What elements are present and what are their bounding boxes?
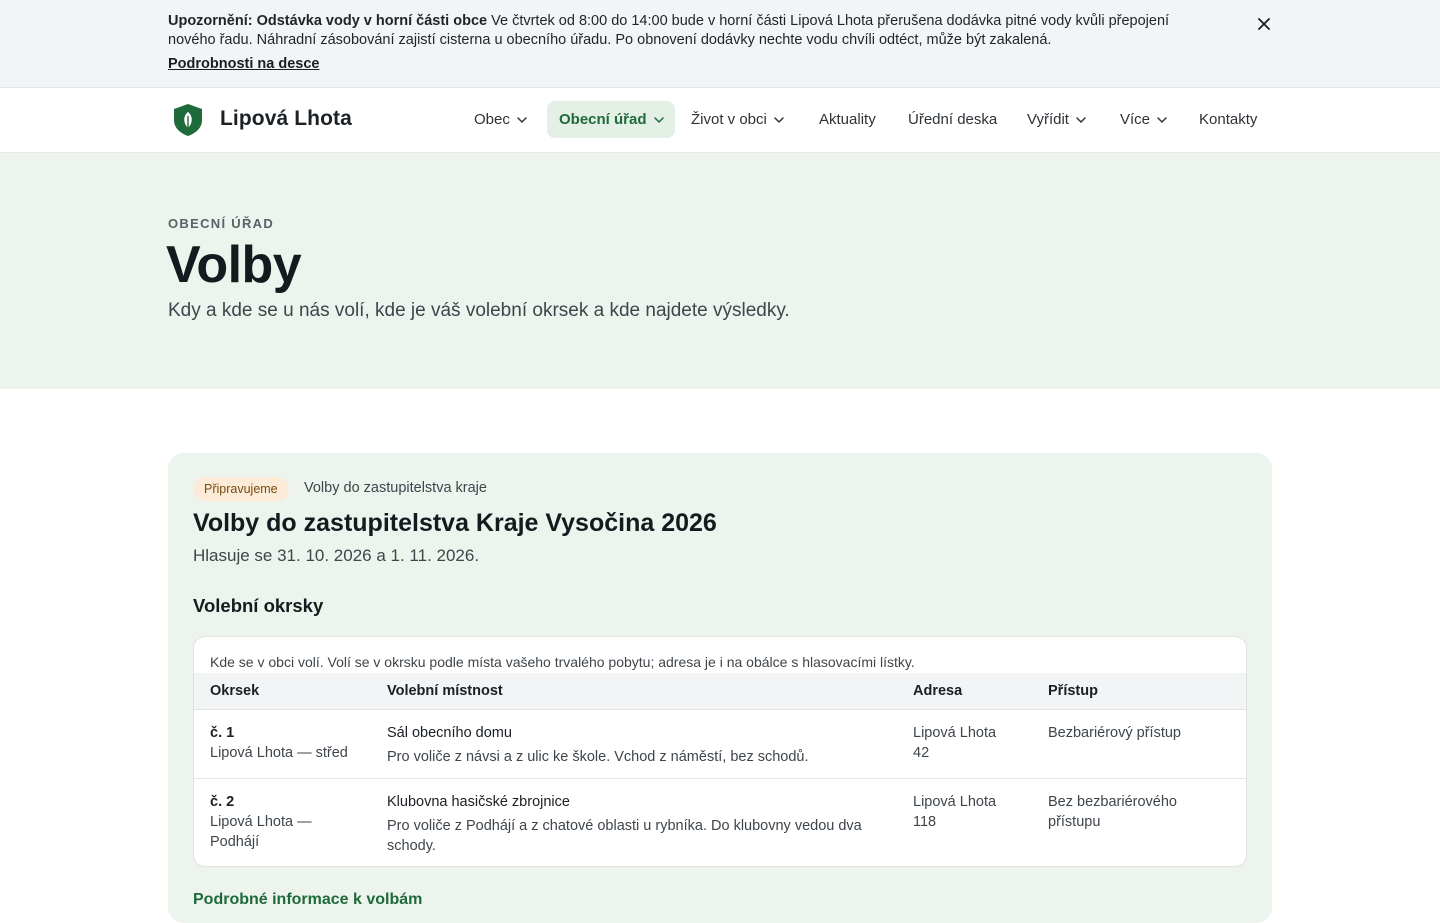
- nav-item-obec[interactable]: Obec: [462, 101, 543, 138]
- address-cell: Lipová Lhota 42: [913, 725, 997, 761]
- site-header: Lipová Lhota Obec Obecní úřad Život v ob…: [0, 88, 1440, 153]
- nav-item-zivot-v-obci[interactable]: Život v obci: [679, 101, 801, 138]
- table-row: č. 1 Lipová Lhota — střed Sál obecního d…: [194, 710, 1246, 779]
- page-hero: OBECNÍ ÚŘAD Volby Kdy a kde se u nás vol…: [0, 153, 1440, 389]
- nav-item-label: Život v obci: [691, 111, 767, 128]
- column-header: Okrsek: [210, 683, 260, 699]
- nav-item-label: Úřední deska: [908, 111, 998, 128]
- district-name: Lipová Lhota — střed: [210, 745, 348, 761]
- election-details-link[interactable]: Podrobné informace k volbám: [193, 891, 422, 909]
- section-title: Volební okrsky: [193, 595, 324, 616]
- election-card: Připravujeme Volby do zastupitelstva kra…: [168, 453, 1272, 923]
- column-header: Volební místnost: [387, 683, 503, 699]
- status-badge: Připravujeme: [193, 477, 289, 501]
- column-header: Přístup: [1048, 683, 1098, 699]
- nav-item-label: Vyřídit: [1027, 111, 1069, 128]
- nav-item-label: Aktuality: [819, 111, 876, 128]
- page-title: Volby: [166, 236, 302, 294]
- district-cell: č. 2 Lipová Lhota — Podhájí: [210, 792, 340, 852]
- breadcrumb-eyebrow: OBECNÍ ÚŘAD: [168, 216, 275, 231]
- alert-title: Upozornění: Odstávka vody v horní části …: [168, 13, 488, 29]
- brand-name[interactable]: Lipová Lhota: [220, 107, 352, 131]
- chevron-down-icon: [774, 116, 784, 123]
- district-number: č. 2: [210, 794, 235, 810]
- nav-item-label: Kontakty: [1199, 111, 1258, 128]
- election-type: Volby do zastupitelstva kraje: [304, 480, 487, 496]
- nav-item-kontakty[interactable]: Kontakty: [1187, 101, 1273, 138]
- districts-table: Kde se v obci volí. Volí se v okrsku pod…: [193, 636, 1247, 867]
- alert-details-link[interactable]: Podrobnosti na desce: [168, 56, 319, 72]
- close-icon[interactable]: [1254, 14, 1274, 34]
- chevron-down-icon: [517, 116, 527, 123]
- district-number: č. 1: [210, 725, 235, 741]
- nav-item-label: Více: [1120, 111, 1151, 128]
- shield-leaf-icon[interactable]: [172, 103, 204, 137]
- room-note: Pro voliče z návsi a z ulic ke škole. Vc…: [387, 749, 809, 765]
- column-header: Adresa: [913, 683, 963, 699]
- alert-text: Upozornění: Odstávka vody v horní části …: [168, 12, 1198, 50]
- district-name: Lipová Lhota — Podhájí: [210, 814, 312, 850]
- nav-item-aktuality[interactable]: Aktuality: [807, 101, 892, 138]
- chevron-down-icon: [1157, 116, 1167, 123]
- table-row: č. 2 Lipová Lhota — Podhájí Klubovna has…: [194, 779, 1246, 866]
- address-cell: Lipová Lhota 118: [913, 794, 997, 830]
- page-lead: Kdy a kde se u nás volí, kde je váš vole…: [168, 300, 790, 321]
- chevron-down-icon: [653, 116, 664, 123]
- table-header: Okrsek Volební místnost Adresa Přístup: [194, 673, 1246, 710]
- nav-item-label: Obecní úřad: [559, 111, 647, 128]
- room-name: Klubovna hasičské zbrojnice: [387, 794, 570, 810]
- chevron-down-icon: [1076, 116, 1086, 123]
- room-name: Sál obecního domu: [387, 725, 512, 741]
- nav-item-vice[interactable]: Více: [1108, 101, 1182, 138]
- election-date: Hlasuje se 31. 10. 2026 a 1. 11. 2026.: [193, 546, 480, 565]
- nav-item-label: Obec: [474, 111, 510, 128]
- election-title: Volby do zastupitelstva Kraje Vysočina 2…: [193, 509, 717, 537]
- nav-item-obecni-urad[interactable]: Obecní úřad: [547, 101, 675, 138]
- access-cell: Bez bezbariérového přístupu: [1048, 794, 1177, 830]
- room-cell: Sál obecního domu Pro voliče z návsi a z…: [387, 723, 887, 767]
- nav-item-uredni-deska[interactable]: Úřední deska: [896, 101, 1011, 138]
- nav-item-vyridit[interactable]: Vyřídit: [1015, 101, 1103, 138]
- alert-banner: Upozornění: Odstávka vody v horní části …: [0, 0, 1440, 88]
- room-note: Pro voliče z Podhájí a z chatové oblasti…: [387, 818, 862, 854]
- district-cell: č. 1 Lipová Lhota — střed: [210, 723, 360, 763]
- room-cell: Klubovna hasičské zbrojnice Pro voliče z…: [387, 792, 887, 856]
- table-caption: Kde se v obci volí. Volí se v okrsku pod…: [210, 654, 915, 670]
- access-cell: Bezbariérový přístup: [1048, 725, 1181, 741]
